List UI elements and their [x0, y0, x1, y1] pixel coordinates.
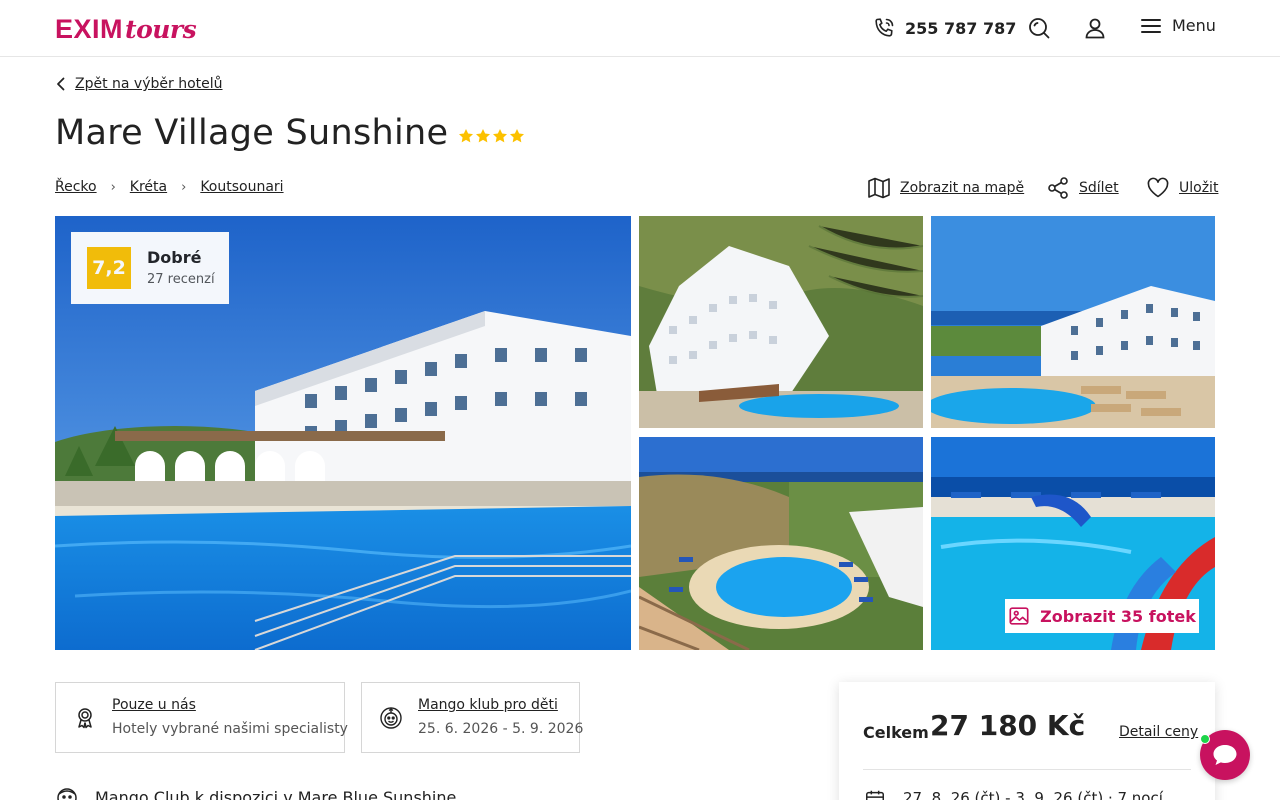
hotel-photo-thumb[interactable]	[639, 216, 923, 428]
logo-tours-text: tours	[125, 15, 197, 44]
star-icon	[510, 129, 524, 143]
mango-club-note: Mango Club k dispozici v Mare Blue Sunsh…	[55, 785, 456, 800]
share-label: Sdílet	[1079, 180, 1119, 196]
mango-club-icon	[380, 707, 402, 729]
review-count: 27 recenzí	[147, 272, 215, 287]
award-ribbon-icon	[78, 708, 92, 729]
star-icon	[459, 129, 473, 143]
price-summary-panel: Celkem 27 180 Kč Detail ceny 27. 8. 26 (…	[839, 682, 1215, 800]
breadcrumb-item-resort[interactable]: Koutsounari	[200, 179, 283, 195]
site-header: EXIM tours 255 787 787 Menu	[0, 0, 1280, 57]
search-icon[interactable]	[1027, 16, 1051, 40]
price-total-label: Celkem	[863, 723, 929, 742]
save-label: Uložit	[1179, 180, 1219, 196]
divider	[863, 769, 1191, 770]
chat-online-indicator	[1200, 734, 1210, 744]
breadcrumb-item-country[interactable]: Řecko	[55, 179, 97, 195]
feature-subtitle: 25. 6. 2026 - 5. 9. 2026	[418, 721, 584, 737]
chevron-left-icon	[57, 77, 65, 91]
menu-button[interactable]: Menu	[1140, 16, 1216, 35]
show-photos-label: Zobrazit 35 fotek	[1040, 606, 1196, 626]
show-all-photos-button[interactable]: Zobrazit 35 fotek	[1005, 599, 1199, 633]
price-detail-link[interactable]: Detail ceny	[1119, 724, 1198, 740]
star-icon	[476, 129, 490, 143]
feature-card-mango-club[interactable]: Mango klub pro děti 25. 6. 2026 - 5. 9. …	[361, 682, 584, 753]
phone-link[interactable]: 255 787 787	[872, 16, 1016, 40]
breadcrumb-separator-icon: ›	[181, 179, 187, 195]
back-link-label: Zpět na výběr hotelů	[75, 76, 223, 92]
back-to-hotels-link[interactable]: Zpět na výběr hotelů	[55, 76, 223, 92]
feature-subtitle: Hotely vybrané našimi specialisty	[112, 721, 348, 737]
map-icon	[868, 177, 890, 199]
user-icon[interactable]	[1083, 16, 1107, 40]
star-rating	[458, 128, 525, 144]
phone-number: 255 787 787	[905, 18, 1017, 38]
hotel-name: Mare Village Sunshine	[55, 113, 449, 153]
hamburger-icon	[1141, 18, 1161, 33]
hotel-photo-thumb[interactable]	[639, 437, 923, 650]
review-score-word: Dobré	[147, 248, 202, 267]
mango-club-icon	[57, 788, 77, 800]
phone-icon	[875, 18, 894, 37]
feature-card-exclusive[interactable]: Pouze u nás Hotely vybrané našimi specia…	[55, 682, 348, 753]
image-gallery-icon	[1009, 607, 1029, 625]
calendar-icon	[866, 790, 884, 800]
breadcrumb-item-region[interactable]: Kréta	[130, 179, 167, 195]
review-score-card[interactable]: 7,2 Dobré 27 recenzí	[71, 232, 229, 304]
trip-dates[interactable]: 27. 8. 26 (čt) - 3. 9. 26 (čt) · 7 nocí	[903, 789, 1163, 800]
hotel-photo-thumb[interactable]	[931, 216, 1215, 428]
show-on-map-link[interactable]: Zobrazit na mapě	[867, 176, 1024, 200]
logo-exim-text: EXIM	[55, 14, 124, 44]
map-label: Zobrazit na mapě	[900, 180, 1025, 196]
review-score-badge: 7,2	[87, 247, 131, 289]
breadcrumb: Řecko › Kréta › Koutsounari	[55, 179, 284, 195]
exim-tours-logo[interactable]: EXIM tours	[55, 14, 197, 44]
feature-title: Pouze u nás	[112, 697, 196, 713]
menu-label: Menu	[1172, 16, 1216, 35]
breadcrumb-separator-icon: ›	[110, 179, 116, 195]
share-icon	[1048, 177, 1068, 199]
share-link[interactable]: Sdílet	[1046, 176, 1119, 200]
save-link[interactable]: Uložit	[1146, 176, 1218, 200]
mango-club-note-text: Mango Club k dispozici v Mare Blue Sunsh…	[95, 787, 457, 800]
heart-icon	[1147, 177, 1169, 198]
star-icon	[493, 129, 507, 143]
chat-bubble-icon	[1213, 745, 1237, 765]
feature-title: Mango klub pro děti	[418, 697, 558, 713]
price-total-value: 27 180 Kč	[930, 709, 1086, 742]
